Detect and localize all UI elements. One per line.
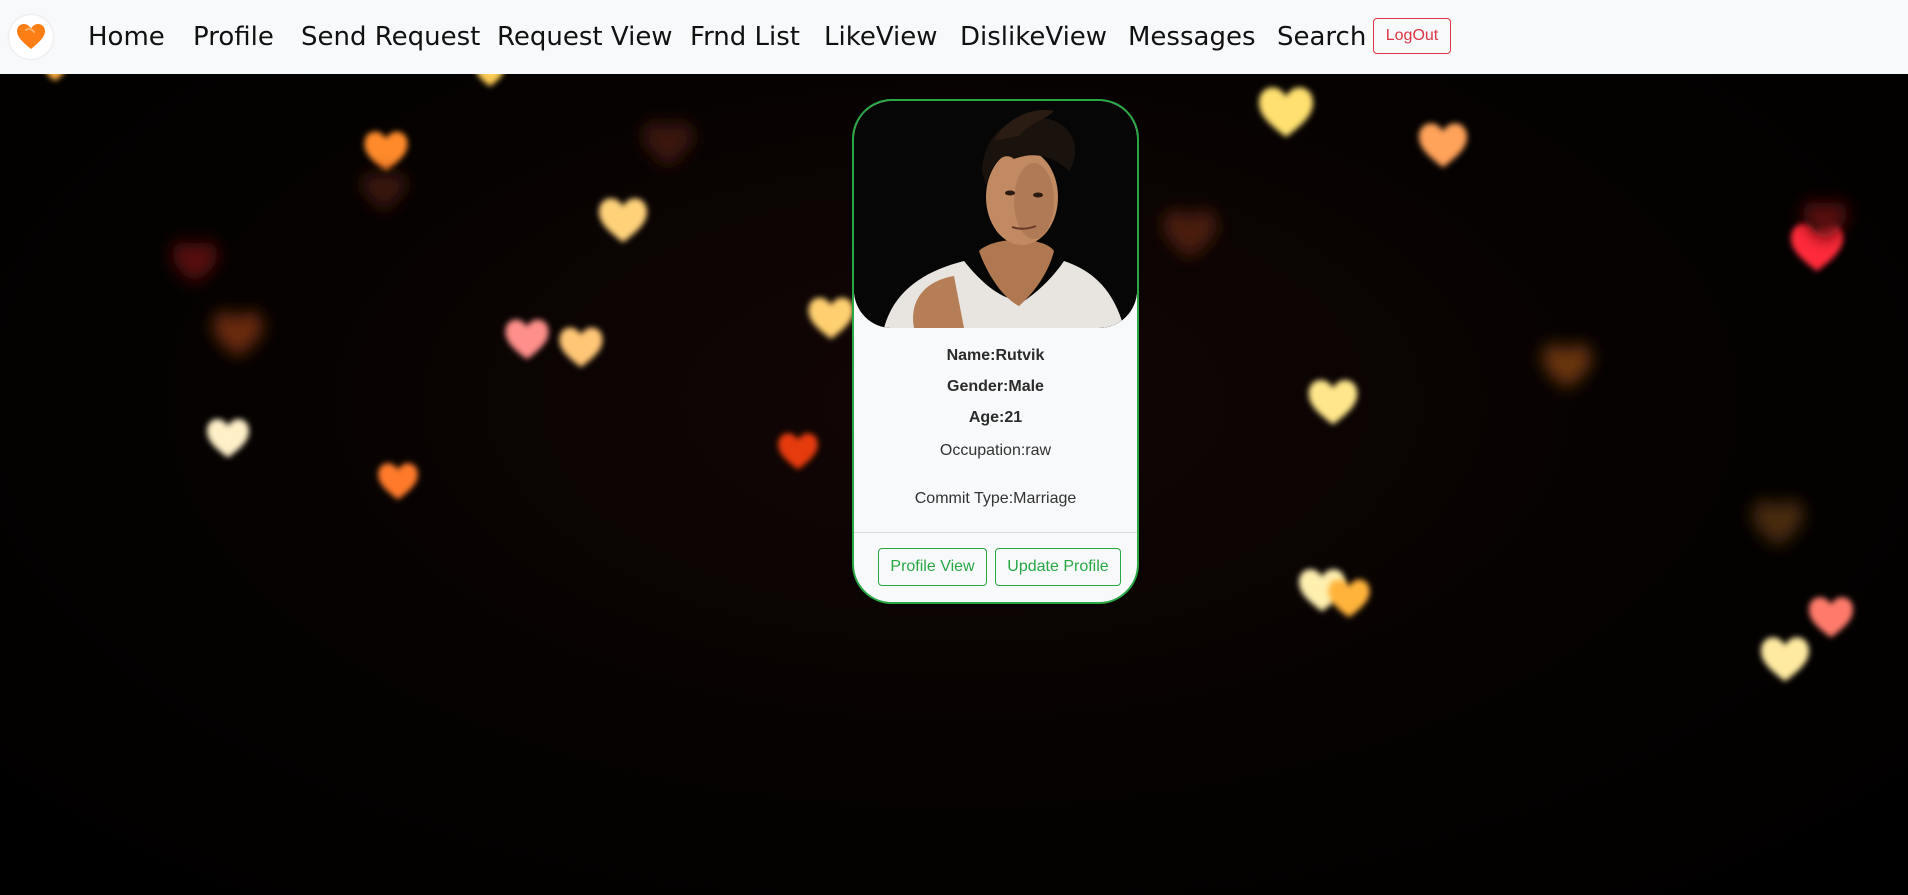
nav-send-request[interactable]: Send Request [301, 17, 480, 57]
update-profile-button[interactable]: Update Profile [995, 548, 1121, 586]
profile-photo [854, 101, 1137, 328]
nav-frnd-list[interactable]: Frnd List [690, 17, 800, 57]
nav-profile[interactable]: Profile [193, 17, 274, 57]
profile-view-button[interactable]: Profile View [878, 548, 987, 586]
profile-age: Age:21 [968, 409, 1023, 426]
profile-occupation: Occupation:raw [939, 442, 1052, 459]
profile-commit-type: Commit Type:Marriage [914, 490, 1077, 507]
profile-photo-image [854, 101, 1137, 328]
profile-gender: Gender:Male [947, 378, 1044, 395]
navbar: Home Profile Send Request Request View F… [0, 0, 1908, 74]
brand-logo-circle [9, 15, 53, 59]
profile-card: Name:Rutvik Gender:Male Age:21 Occupatio… [852, 99, 1139, 604]
nav-messages[interactable]: Messages [1128, 17, 1256, 57]
brand-logo[interactable] [8, 10, 54, 64]
nav-search[interactable]: Search [1277, 17, 1366, 57]
profile-name: Name:Rutvik [946, 347, 1045, 364]
heart-logo-icon [17, 24, 45, 49]
nav-request-view[interactable]: Request View [497, 17, 673, 57]
nav-like-view[interactable]: LikeView [824, 17, 938, 57]
card-footer-divider [854, 532, 1137, 533]
nav-dislike-view[interactable]: DislikeView [960, 17, 1107, 57]
nav-home[interactable]: Home [88, 17, 165, 57]
logout-button[interactable]: LogOut [1373, 18, 1451, 54]
